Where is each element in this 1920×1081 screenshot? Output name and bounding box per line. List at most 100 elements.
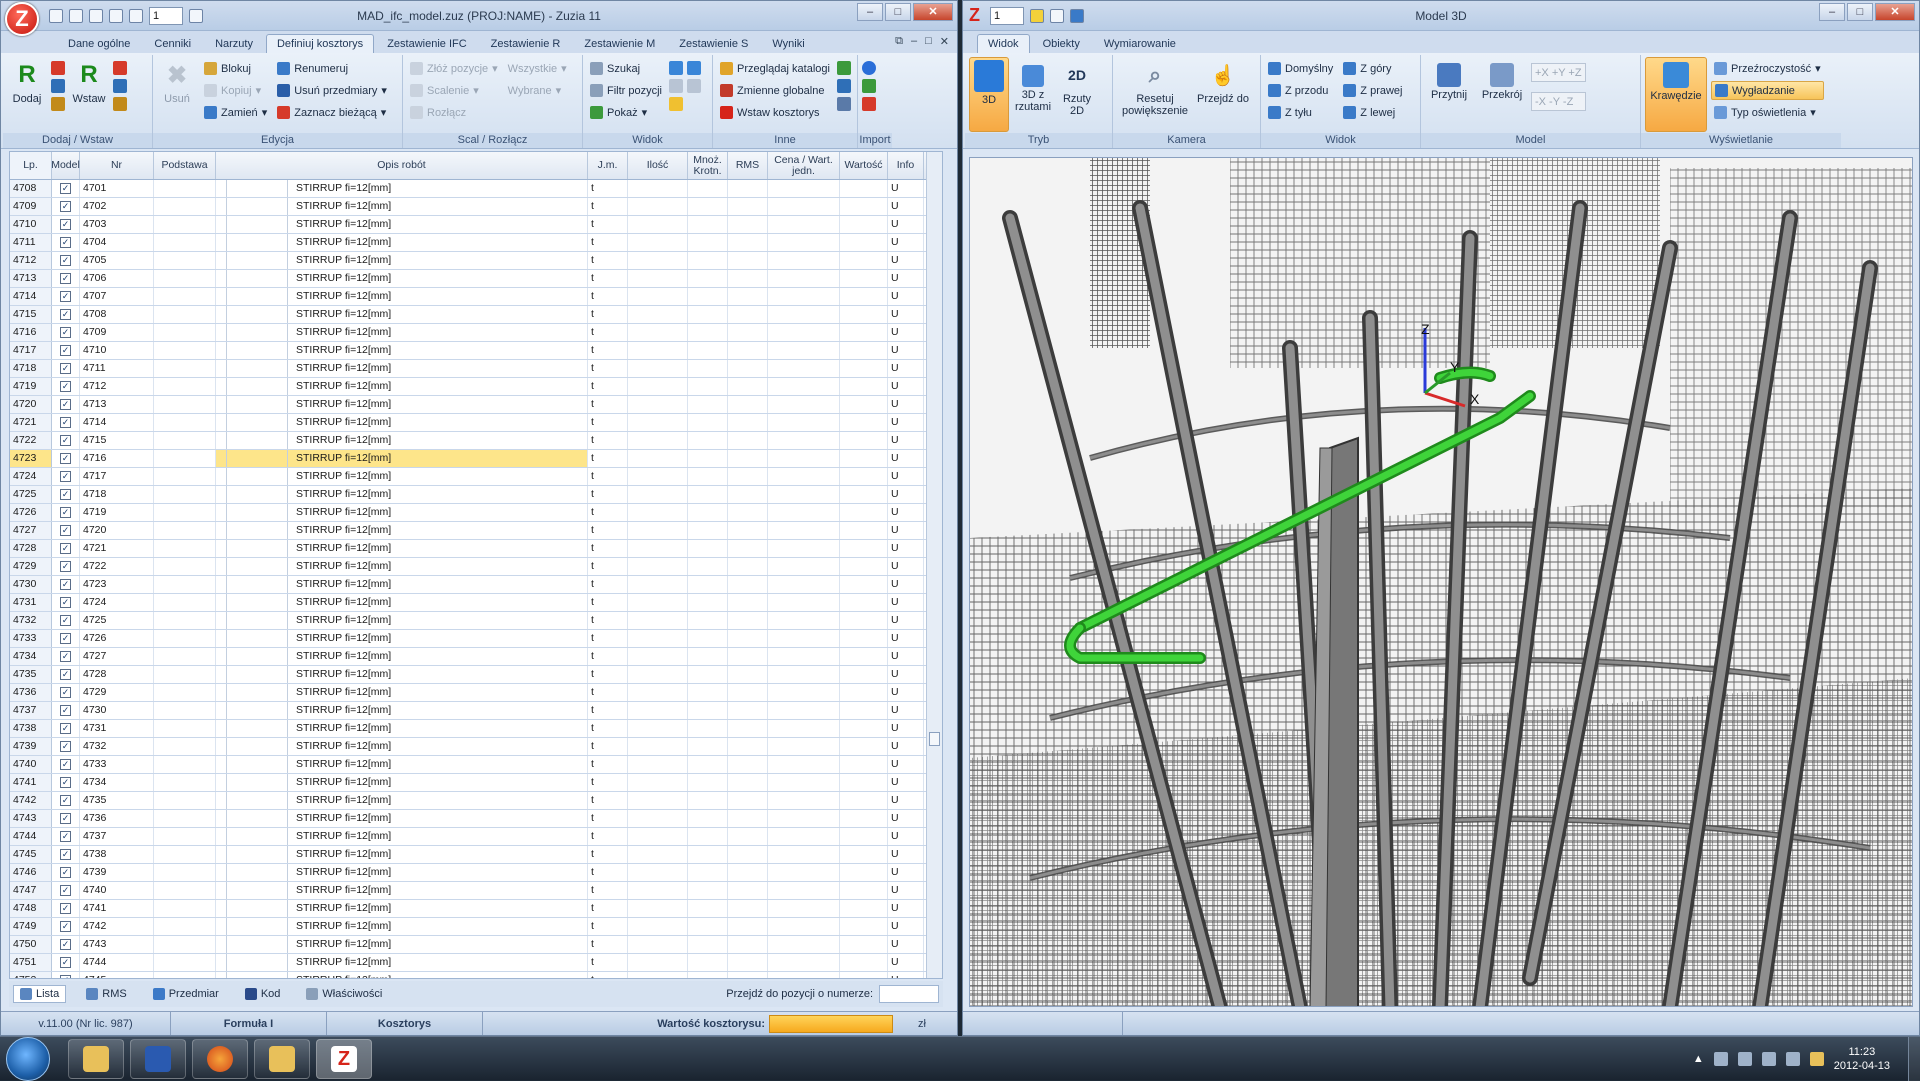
table-row[interactable]: 4716 ✓ 4709 STIRRUP fi=12[mm] t U [10, 324, 942, 342]
cell-jm[interactable]: t [588, 972, 628, 978]
checkbox-checked-icon[interactable]: ✓ [60, 525, 71, 536]
taskbar-zuzia[interactable]: Z [316, 1038, 372, 1079]
usun-button[interactable]: ✖ Usuń [157, 57, 197, 132]
col-nr[interactable]: Nr [80, 152, 154, 179]
mode-3d-button[interactable]: 3D [969, 57, 1009, 132]
cell-cena[interactable] [768, 378, 840, 395]
cell-ilosc[interactable] [628, 666, 688, 683]
axis-plus-field[interactable]: +X +Y +Z [1531, 63, 1586, 82]
cell-podstawa[interactable] [154, 378, 216, 395]
table-row[interactable]: 4719 ✓ 4712 STIRRUP fi=12[mm] t U [10, 378, 942, 396]
cell-podstawa[interactable] [154, 864, 216, 881]
table-row[interactable]: 4709 ✓ 4702 STIRRUP fi=12[mm] t U [10, 198, 942, 216]
taskbar-save-app[interactable] [130, 1038, 186, 1079]
model-checkbox[interactable]: ✓ [52, 414, 80, 431]
cell-cena[interactable] [768, 198, 840, 215]
checkbox-checked-icon[interactable]: ✓ [60, 435, 71, 446]
cell-rms[interactable] [728, 684, 768, 701]
model-checkbox[interactable]: ✓ [52, 234, 80, 251]
cell-cena[interactable] [768, 324, 840, 341]
cell-mnoz[interactable] [688, 576, 728, 593]
cell-opis[interactable]: STIRRUP fi=12[mm] [216, 486, 588, 503]
print-icon[interactable] [109, 8, 123, 23]
table-row[interactable]: 4748 ✓ 4741 STIRRUP fi=12[mm] t U [10, 900, 942, 918]
cell-jm[interactable]: t [588, 756, 628, 773]
tab-dane-ogolne[interactable]: Dane ogólne [57, 34, 141, 53]
model-checkbox[interactable]: ✓ [52, 594, 80, 611]
przezroczystosc-button[interactable]: Przeźroczystość ▾ [1711, 59, 1824, 78]
cell-jm[interactable]: t [588, 252, 628, 269]
cell-ilosc[interactable] [628, 486, 688, 503]
table-row[interactable]: 4727 ✓ 4720 STIRRUP fi=12[mm] t U [10, 522, 942, 540]
arrow-down-icon[interactable] [687, 61, 702, 75]
cell-cena[interactable] [768, 270, 840, 287]
model-checkbox[interactable]: ✓ [52, 540, 80, 557]
add-e-icon[interactable] [51, 61, 65, 75]
col-opis[interactable]: Opis robót [216, 152, 588, 179]
cell-rms[interactable] [728, 702, 768, 719]
cell-ilosc[interactable] [628, 774, 688, 791]
cell-mnoz[interactable] [688, 504, 728, 521]
wstaw-button[interactable]: R Wstaw [69, 57, 109, 132]
model-checkbox[interactable]: ✓ [52, 756, 80, 773]
cell-jm[interactable]: t [588, 540, 628, 557]
bulb-icon[interactable] [1030, 8, 1044, 23]
table-row[interactable]: 4752 ✓ 4745 STIRRUP fi=12[mm]t U [10, 972, 942, 978]
app-logo[interactable]: Z [5, 1, 39, 36]
axis-minus-field[interactable]: -X -Y -Z [1531, 92, 1586, 111]
przytnij-button[interactable]: Przytnij [1425, 57, 1473, 132]
cell-cena[interactable] [768, 774, 840, 791]
cell-jm[interactable]: t [588, 828, 628, 845]
cell-mnoz[interactable] [688, 414, 728, 431]
cell-ilosc[interactable] [628, 936, 688, 953]
cell-mnoz[interactable] [688, 270, 728, 287]
checkbox-checked-icon[interactable]: ✓ [60, 615, 71, 626]
kopiuj-button[interactable]: Kopiuj ▾ [201, 81, 270, 100]
renumeruj-button[interactable]: Renumeruj [274, 59, 390, 78]
checkbox-checked-icon[interactable]: ✓ [60, 669, 71, 680]
goto-input[interactable] [879, 985, 939, 1003]
cell-podstawa[interactable] [154, 936, 216, 953]
cell-cena[interactable] [768, 630, 840, 647]
cell-podstawa[interactable] [154, 846, 216, 863]
table-row[interactable]: 4711 ✓ 4704 STIRRUP fi=12[mm] t U [10, 234, 942, 252]
cell-podstawa[interactable] [154, 198, 216, 215]
maximize-button-3d[interactable]: □ [1847, 3, 1873, 21]
cell-podstawa[interactable] [154, 450, 216, 467]
cell-jm[interactable]: t [588, 288, 628, 305]
table-row[interactable]: 4749 ✓ 4742 STIRRUP fi=12[mm] t U [10, 918, 942, 936]
cell-rms[interactable] [728, 414, 768, 431]
checkbox-checked-icon[interactable]: ✓ [60, 831, 71, 842]
table-row[interactable]: 4746 ✓ 4739 STIRRUP fi=12[mm] t U [10, 864, 942, 882]
cell-opis[interactable]: STIRRUP fi=12[mm] [216, 234, 588, 251]
checkbox-checked-icon[interactable]: ✓ [60, 237, 71, 248]
model-checkbox[interactable]: ✓ [52, 972, 80, 978]
checkbox-checked-icon[interactable]: ✓ [60, 561, 71, 572]
cell-opis[interactable]: STIRRUP fi=12[mm] [216, 378, 588, 395]
model-checkbox[interactable]: ✓ [52, 702, 80, 719]
model-checkbox[interactable]: ✓ [52, 810, 80, 827]
table-row[interactable]: 4743 ✓ 4736 STIRRUP fi=12[mm] t U [10, 810, 942, 828]
cell-mnoz[interactable] [688, 522, 728, 539]
cell-rms[interactable] [728, 558, 768, 575]
checkbox-checked-icon[interactable]: ✓ [60, 759, 71, 770]
cell-podstawa[interactable] [154, 540, 216, 557]
cell-opis[interactable]: STIRRUP fi=12[mm] [216, 846, 588, 863]
cell-opis[interactable]: STIRRUP fi=12[mm] [216, 900, 588, 917]
cell-mnoz[interactable] [688, 450, 728, 467]
model-checkbox[interactable]: ✓ [52, 306, 80, 323]
check-icon[interactable] [836, 61, 851, 75]
cell-rms[interactable] [728, 756, 768, 773]
cell-jm[interactable]: t [588, 882, 628, 899]
cell-mnoz[interactable] [688, 972, 728, 978]
table-row[interactable]: 4715 ✓ 4708 STIRRUP fi=12[mm] t U [10, 306, 942, 324]
cell-podstawa[interactable] [154, 468, 216, 485]
cell-mnoz[interactable] [688, 882, 728, 899]
undo-icon[interactable] [129, 8, 143, 23]
cell-podstawa[interactable] [154, 504, 216, 521]
cell-opis[interactable]: STIRRUP fi=12[mm] [216, 864, 588, 881]
cell-rms[interactable] [728, 954, 768, 971]
cell-opis[interactable]: STIRRUP fi=12[mm] [216, 738, 588, 755]
cell-jm[interactable]: t [588, 450, 628, 467]
model-checkbox[interactable]: ✓ [52, 252, 80, 269]
